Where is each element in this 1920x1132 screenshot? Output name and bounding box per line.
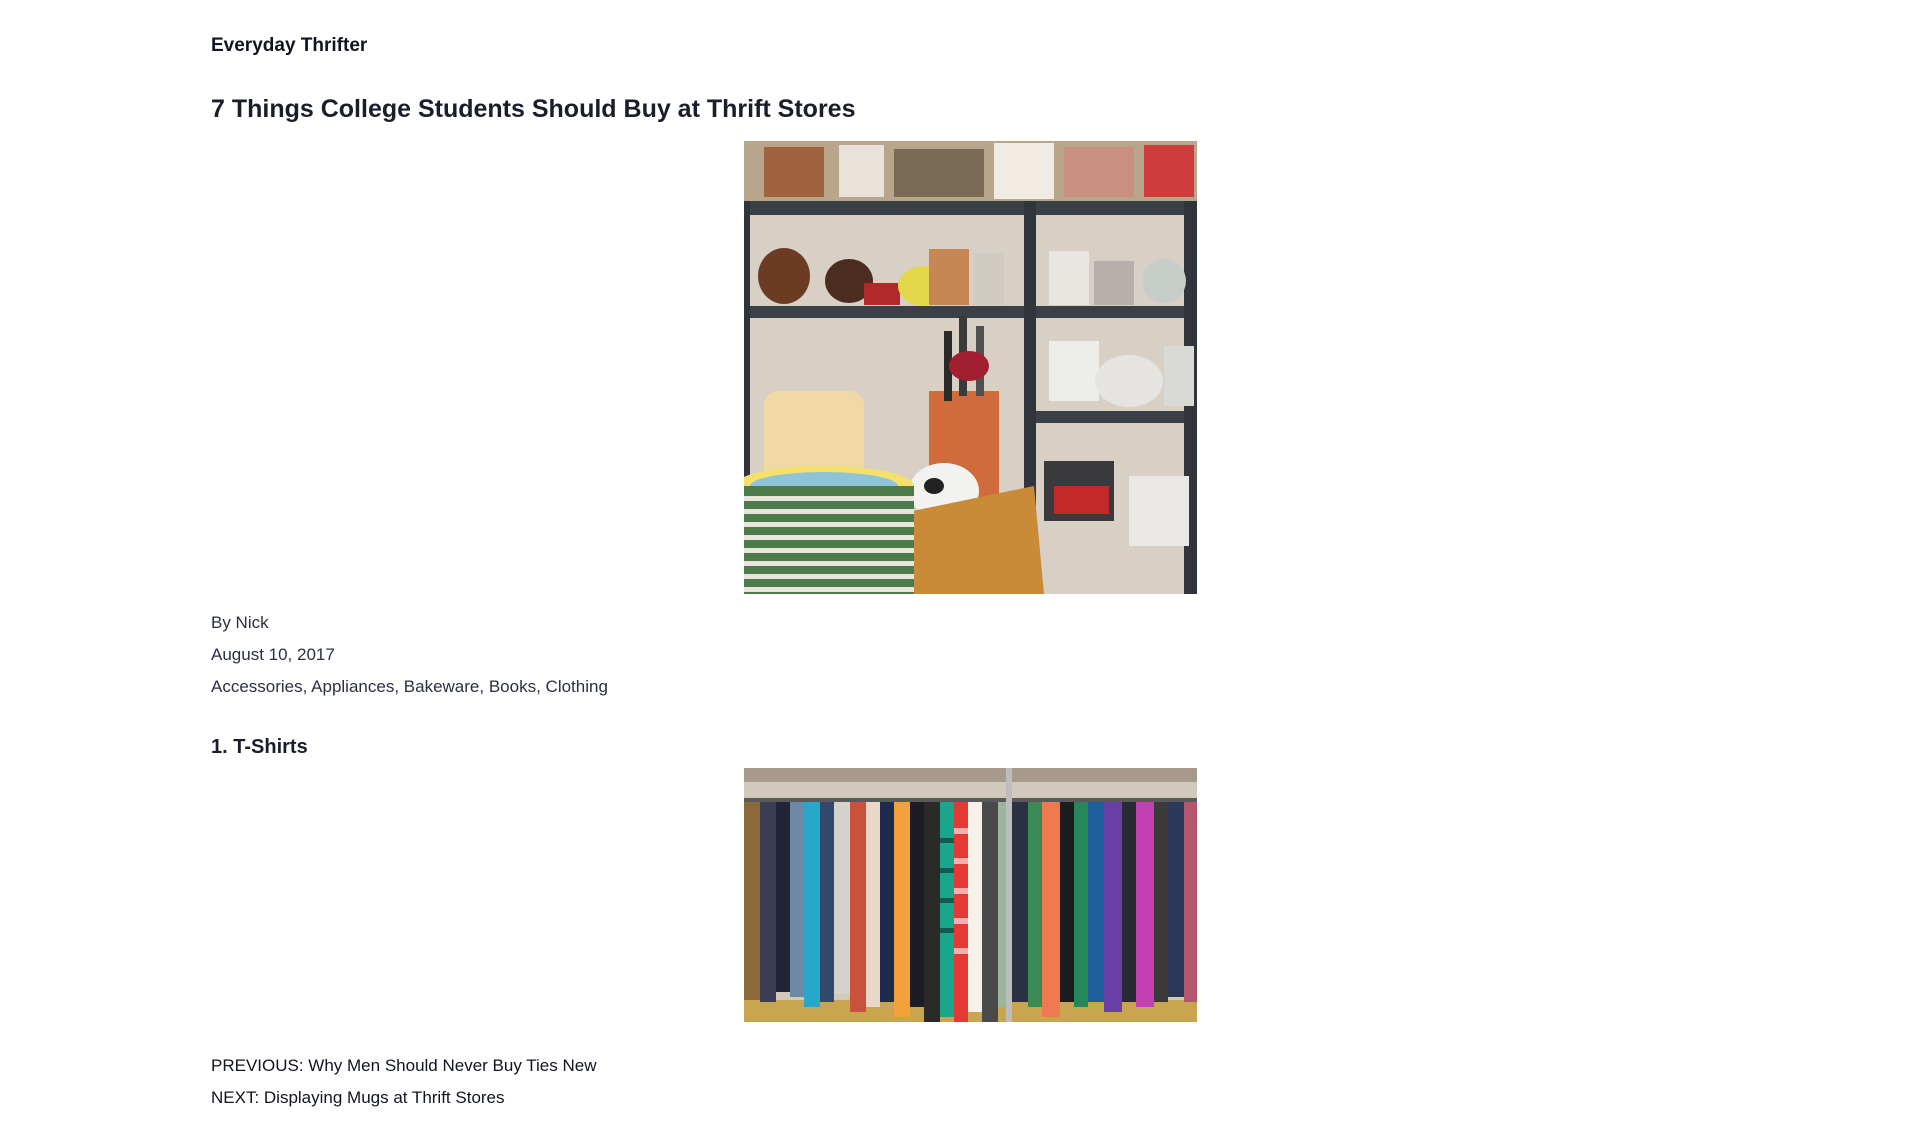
category-separator: , — [479, 677, 489, 696]
site-title-link[interactable]: Everyday Thrifter — [211, 34, 367, 58]
category-separator: , — [302, 677, 312, 696]
hero-image-kitchenware-shelves — [744, 141, 1197, 594]
category-link-bakeware[interactable]: Bakeware — [404, 677, 480, 696]
previous-post-link[interactable]: PREVIOUS: Why Men Should Never Buy Ties … — [211, 1055, 596, 1077]
clothing-rack-image — [744, 768, 1197, 1022]
category-link-appliances[interactable]: Appliances — [311, 677, 394, 696]
category-separator: , — [394, 677, 404, 696]
category-link-books[interactable]: Books — [489, 677, 536, 696]
page: Everyday Thrifter 7 Things College Stude… — [0, 0, 1920, 1132]
post-author: By Nick — [211, 613, 269, 632]
section-heading-t-shirts: 1. T-Shirts — [211, 736, 308, 758]
category-separator: , — [536, 677, 546, 696]
post-categories: Accessories, Appliances, Bakeware, Books… — [211, 676, 608, 698]
post-date: August 10, 2017 — [211, 645, 335, 664]
category-link-clothing[interactable]: Clothing — [546, 677, 608, 696]
next-post-link[interactable]: NEXT: Displaying Mugs at Thrift Stores — [211, 1087, 505, 1109]
post-title: 7 Things College Students Should Buy at … — [211, 95, 856, 123]
category-link-accessories[interactable]: Accessories — [211, 677, 303, 696]
